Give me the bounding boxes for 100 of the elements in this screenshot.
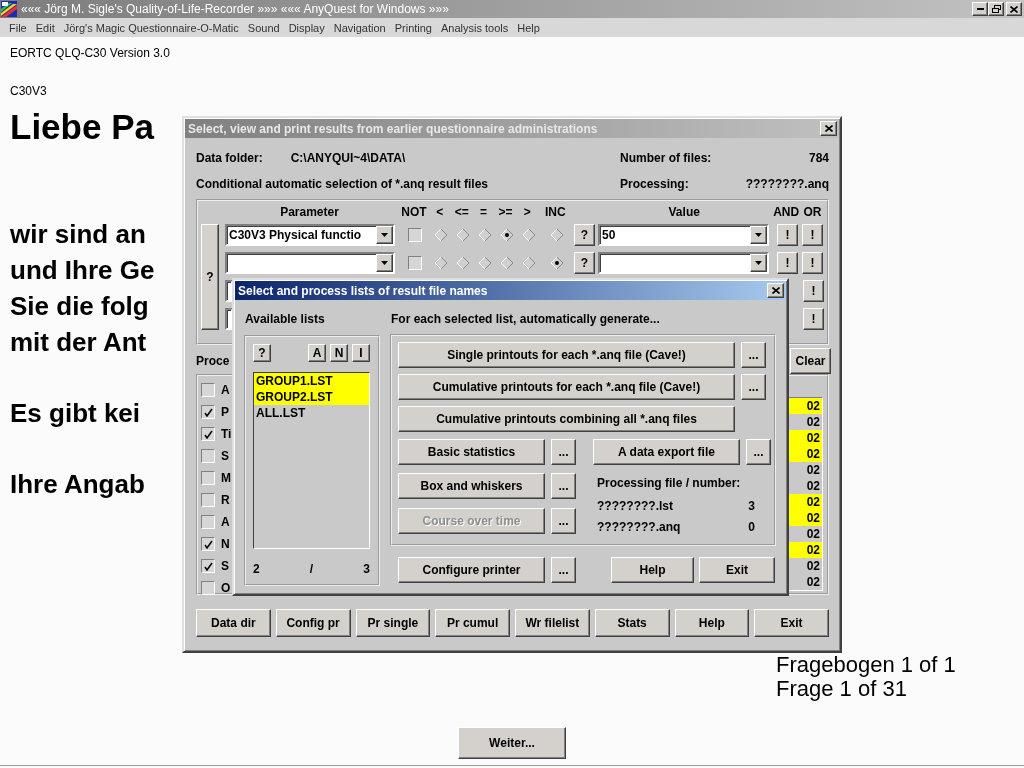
dropdown-field[interactable] [598, 252, 769, 274]
menu-item[interactable]: Edit [35, 21, 55, 34]
menu-item[interactable]: File [9, 21, 27, 34]
dialog-button[interactable]: Help [674, 609, 750, 637]
list-item[interactable]: ALL.LST [254, 405, 369, 421]
dropdown-button[interactable] [750, 254, 767, 272]
options-button[interactable]: ... [746, 439, 771, 465]
list-item[interactable]: 02 [789, 494, 822, 510]
radio-button[interactable] [434, 256, 448, 270]
caret-icon [381, 261, 388, 265]
options-button[interactable]: ... [741, 342, 766, 368]
radio-button[interactable] [522, 256, 536, 270]
list-item[interactable]: 02 [789, 510, 822, 526]
help-button[interactable]: ? [574, 252, 595, 274]
printer-button[interactable]: Configure printer [398, 557, 545, 583]
action-button[interactable]: A data export file [593, 439, 740, 465]
intro-text: Ihre Angab [10, 468, 145, 501]
checkbox[interactable] [408, 228, 422, 242]
checkbox[interactable] [201, 581, 215, 595]
dialog-button[interactable]: Config pr [275, 609, 351, 637]
checkbox[interactable] [201, 405, 215, 419]
or-button[interactable]: ! [803, 280, 824, 302]
radio-button[interactable] [550, 228, 564, 242]
column-header: Value [667, 205, 701, 219]
checkbox[interactable] [201, 493, 215, 507]
checkbox[interactable] [408, 256, 422, 270]
checkbox[interactable] [201, 427, 215, 441]
and-button[interactable]: ! [777, 252, 798, 274]
radio-button[interactable] [522, 228, 536, 242]
radio-button[interactable] [478, 256, 492, 270]
dialog-button[interactable]: Data dir [196, 609, 271, 637]
options-button[interactable]: ... [551, 439, 576, 465]
radio-button[interactable] [478, 228, 492, 242]
app-icon [1, 1, 17, 17]
help-button[interactable]: ? [574, 224, 595, 246]
action-button[interactable]: Cumulative printouts for each *.anq file (Cave!) [398, 374, 735, 400]
help-button[interactable]: ? [253, 344, 271, 362]
radio-button[interactable] [500, 256, 514, 270]
menu-item[interactable]: Analysis tools [441, 21, 509, 34]
close-button[interactable] [1006, 2, 1022, 16]
radio-button[interactable] [456, 228, 470, 242]
options-button[interactable]: ... [551, 557, 576, 583]
menu-item[interactable]: Help [517, 21, 540, 34]
radio-button[interactable] [500, 228, 514, 242]
dropdown-field[interactable]: C30V3 Physical functio [225, 224, 395, 246]
sort-button[interactable]: N [330, 344, 348, 362]
sort-button[interactable]: I [352, 344, 370, 362]
list-item[interactable]: 02 [789, 446, 822, 462]
menu-item[interactable]: Jörg's Magic Questionnaire-O-Matic [63, 21, 239, 34]
list-item[interactable]: 02 [789, 542, 822, 558]
options-button[interactable]: ... [551, 473, 576, 499]
close-button[interactable] [820, 121, 837, 136]
action-button[interactable]: Single printouts for each *.anq file (Cave!) [398, 342, 735, 368]
sort-button[interactable]: A [308, 344, 326, 362]
options-button[interactable]: ... [741, 374, 766, 400]
next-button[interactable]: Weiter... [458, 727, 566, 759]
column-header: <= [453, 205, 470, 219]
or-button[interactable]: ! [803, 308, 824, 330]
menu-item[interactable]: Display [288, 21, 325, 34]
dropdown-button[interactable] [376, 254, 393, 272]
menu-item[interactable]: Navigation [333, 21, 386, 34]
radio-button[interactable] [434, 228, 448, 242]
or-button[interactable]: ! [802, 252, 823, 274]
action-button[interactable]: Basic statistics [398, 439, 545, 465]
minimize-button[interactable] [972, 2, 988, 16]
dialog-button[interactable]: Pr single [355, 609, 431, 637]
radio-button[interactable] [456, 256, 470, 270]
checkbox[interactable] [201, 559, 215, 573]
action-button[interactable]: Box and whiskers [398, 473, 545, 499]
dialog-button[interactable]: Wr filelist [515, 609, 590, 637]
clear-button[interactable]: Clear [790, 348, 831, 374]
checkbox[interactable] [201, 449, 215, 463]
list-item[interactable]: GROUP1.LST [254, 373, 369, 389]
checkbox[interactable] [201, 515, 215, 529]
checkbox[interactable] [201, 383, 215, 397]
list-item[interactable]: 02 [789, 430, 822, 446]
dialog-button[interactable]: Pr cumul [435, 609, 510, 637]
dialog-button[interactable]: Stats [594, 609, 670, 637]
dropdown-button[interactable] [750, 226, 767, 244]
dialog-button[interactable]: Exit [754, 609, 829, 637]
exit-button[interactable]: Exit [699, 557, 775, 583]
dropdown-field[interactable] [225, 252, 395, 274]
intro-text: und Ihre Ge [10, 254, 155, 287]
or-button[interactable]: ! [802, 224, 823, 246]
help-button[interactable]: Help [611, 557, 694, 583]
menu-item[interactable]: Printing [394, 21, 432, 34]
checkbox[interactable] [201, 471, 215, 485]
dropdown-field[interactable]: 50 [598, 224, 769, 246]
radio-button[interactable] [550, 256, 564, 270]
field-label: Processing: [620, 177, 689, 191]
checkbox[interactable] [201, 537, 215, 551]
help-button[interactable]: ? [201, 224, 219, 330]
close-button[interactable] [767, 283, 784, 298]
list-item[interactable]: GROUP2.LST [254, 389, 369, 405]
list-item[interactable]: 02 [789, 398, 822, 414]
dropdown-button[interactable] [376, 226, 393, 244]
restore-button[interactable] [988, 2, 1004, 16]
action-button[interactable]: Cumulative printouts combining all *.anq files [398, 406, 735, 432]
menu-item[interactable]: Sound [247, 21, 280, 34]
and-button[interactable]: ! [777, 224, 798, 246]
